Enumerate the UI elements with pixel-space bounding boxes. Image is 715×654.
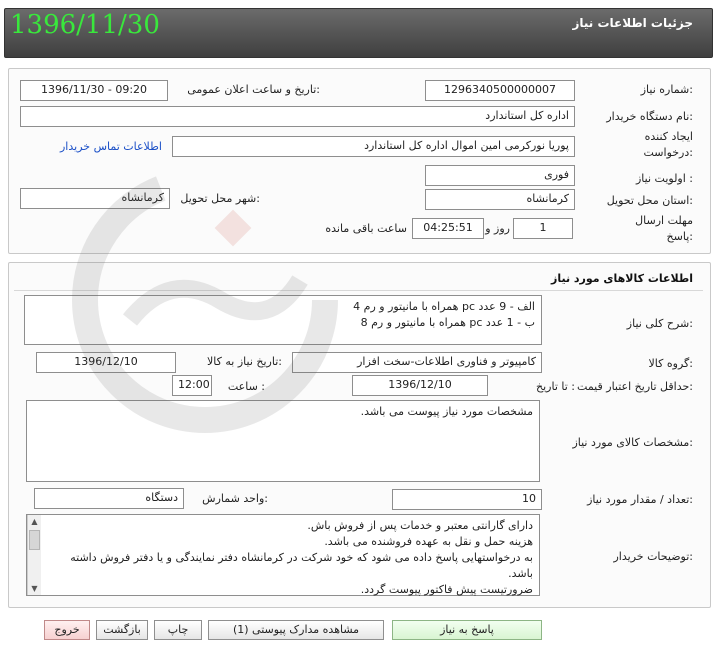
- print-button[interactable]: چاپ: [154, 620, 202, 640]
- buyer-notes-line-3: به درخواستهایی پاسخ داده می شود که خود ش…: [70, 551, 533, 580]
- attachments-button[interactable]: مشاهده مدارک پیوستی (1): [208, 620, 384, 640]
- announce-label: تاریخ و ساعت اعلان عمومی:: [187, 83, 320, 96]
- buyer-notes-line-4: ضرورتیست پیش فاکتور پیوست گردد.: [360, 583, 533, 596]
- buyer-notes-label: توضیحات خریدار:: [613, 550, 694, 563]
- announce-field: 1396/11/30 - 09:20: [20, 80, 168, 101]
- unit-label: واحد شمارش:: [202, 492, 268, 505]
- province-field: کرمانشاه: [425, 189, 575, 210]
- back-button[interactable]: بازگشت: [96, 620, 148, 640]
- until-date-label: تا تاریخ :: [536, 380, 575, 393]
- priority-field: فوری: [425, 165, 575, 186]
- time-left-field: 04:25:51: [412, 218, 484, 239]
- buyer-notes-scrollbar[interactable]: ▲ ▼: [27, 515, 41, 595]
- buyer-notes-line-1: دارای گارانتی معتبر و خدمات پس از فروش ب…: [307, 519, 533, 532]
- page-title: جزئیات اطلاعات نیاز: [572, 16, 693, 30]
- qty-label: تعداد / مقدار مورد نیاز:: [587, 493, 693, 506]
- group-label: گروه کالا:: [648, 357, 693, 370]
- deadline-label-1: مهلت ارسال: [635, 214, 693, 227]
- general-desc-label: شرح کلی نیاز:: [626, 317, 693, 330]
- unit-field: دستگاه: [34, 488, 184, 509]
- priority-label: اولویت نیاز :: [635, 172, 693, 185]
- specs-label: مشخصات کالای مورد نیاز:: [572, 436, 693, 449]
- min-validity-label: حداقل تاریخ اعتبار قیمت:: [577, 380, 693, 393]
- creator-label-2: درخواست:: [643, 146, 694, 159]
- qty-field: 10: [392, 489, 542, 510]
- creator-label-1: ایجاد کننده: [644, 130, 693, 143]
- buyer-org-field: اداره کل استاندارد: [20, 106, 575, 127]
- need-number-label: شماره نیاز:: [640, 83, 693, 96]
- day-word: روز و: [485, 222, 510, 235]
- watermark-logo: [72, 167, 338, 433]
- buyer-org-label: نام دستگاه خریدار:: [606, 110, 693, 123]
- scroll-thumb[interactable]: [29, 530, 40, 550]
- deadline-label-2: پاسخ:: [666, 230, 693, 243]
- header-date: 1396/11/30: [10, 10, 160, 40]
- scroll-up-icon[interactable]: ▲: [28, 515, 41, 528]
- need-number-field: 1296340500000007: [425, 80, 575, 101]
- goods-section-title: اطلاعات کالاهای مورد نیاز: [551, 272, 693, 285]
- scroll-down-icon[interactable]: ▼: [28, 582, 41, 595]
- until-date-field: 1396/12/10: [352, 375, 488, 396]
- buyer-notes-field: دارای گارانتی معتبر و خدمات پس از فروش ب…: [26, 514, 540, 596]
- exit-button[interactable]: خروج: [44, 620, 90, 640]
- reply-button[interactable]: پاسخ به نیاز: [392, 620, 542, 640]
- province-label: استان محل تحویل:: [606, 194, 693, 207]
- buyer-notes-line-2: هزینه حمل و نقل به عهده فروشنده می باشد.: [324, 535, 533, 548]
- days-field: 1: [513, 218, 573, 239]
